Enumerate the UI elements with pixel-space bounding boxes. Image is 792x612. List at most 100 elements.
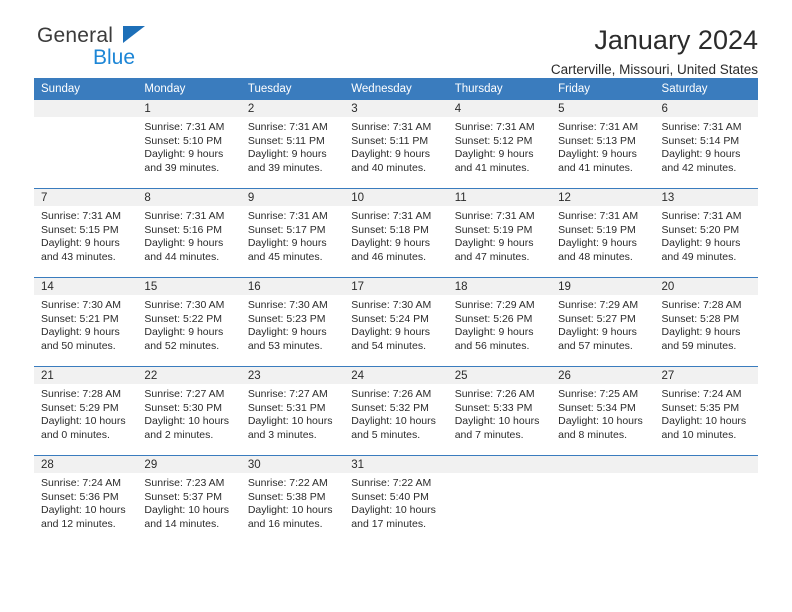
daylight-text-line1: Daylight: 9 hours bbox=[661, 148, 741, 161]
day-cell-inner: 6 Sunrise: 7:31 AM Sunset: 5:14 PM Daylight… bbox=[654, 100, 758, 188]
daylight-text-line2: and 52 minutes. bbox=[144, 339, 220, 352]
day-cell-inner: 1 Sunrise: 7:31 AM Sunset: 5:10 PM Daylight… bbox=[137, 100, 241, 188]
calendar-day-cell[interactable]: 8 Sunrise: 7:31 AM Sunset: 5:16 PM Daylight… bbox=[137, 188, 241, 278]
day-cell-inner bbox=[551, 456, 655, 544]
daylight-text-line1: Daylight: 9 hours bbox=[661, 237, 741, 250]
day-number bbox=[447, 456, 552, 473]
sunset-text: Sunset: 5:10 PM bbox=[144, 134, 223, 147]
calendar-day-cell[interactable]: 27 Sunrise: 7:24 AM Sunset: 5:35 PM Dayligh… bbox=[654, 366, 758, 456]
sunset-text: Sunset: 5:33 PM bbox=[454, 401, 533, 414]
calendar-day-cell[interactable]: 13 Sunrise: 7:31 AM Sunset: 5:20 PM Dayligh… bbox=[654, 188, 758, 278]
day-sun-info: Sunrise: 7:30 AM Sunset: 5:23 PM Daylight:… bbox=[241, 295, 344, 353]
daylight-text-line1: Daylight: 9 hours bbox=[661, 326, 741, 339]
calendar-day-cell[interactable]: 25 Sunrise: 7:26 AM Sunset: 5:33 PM Dayligh… bbox=[447, 366, 552, 456]
calendar-day-cell[interactable] bbox=[654, 455, 758, 544]
calendar-day-cell[interactable]: 19 Sunrise: 7:29 AM Sunset: 5:27 PM Dayligh… bbox=[551, 277, 655, 367]
calendar-day-cell[interactable] bbox=[551, 455, 655, 544]
calendar-day-cell[interactable]: 10 Sunrise: 7:31 AM Sunset: 5:18 PM Dayligh… bbox=[344, 188, 448, 278]
calendar-day-cell[interactable]: 15 Sunrise: 7:30 AM Sunset: 5:22 PM Dayligh… bbox=[137, 277, 241, 367]
daylight-text-line2: and 8 minutes. bbox=[558, 428, 627, 441]
calendar-day-cell[interactable]: 21 Sunrise: 7:28 AM Sunset: 5:29 PM Dayligh… bbox=[34, 366, 138, 456]
daylight-text-line1: Daylight: 10 hours bbox=[144, 504, 230, 517]
daylight-text-line2: and 39 minutes. bbox=[144, 161, 220, 174]
calendar-week-row: 28 Sunrise: 7:24 AM Sunset: 5:36 PM Dayligh… bbox=[34, 455, 758, 544]
calendar-day-cell[interactable]: 12 Sunrise: 7:31 AM Sunset: 5:19 PM Dayligh… bbox=[551, 188, 655, 278]
daylight-text-line1: Daylight: 10 hours bbox=[41, 415, 126, 428]
day-sun-info: Sunrise: 7:31 AM Sunset: 5:15 PM Daylight:… bbox=[34, 206, 137, 264]
day-cell-inner: 25 Sunrise: 7:26 AM Sunset: 5:33 PM Dayligh… bbox=[447, 367, 552, 455]
daylight-text-line2: and 10 minutes. bbox=[661, 428, 737, 441]
sunset-text: Sunset: 5:11 PM bbox=[247, 134, 325, 147]
sunset-text: Sunset: 5:23 PM bbox=[247, 312, 326, 325]
calendar-day-cell[interactable]: 2 Sunrise: 7:31 AM Sunset: 5:11 PM Daylight… bbox=[240, 100, 345, 189]
calendar-day-cell[interactable]: 16 Sunrise: 7:30 AM Sunset: 5:23 PM Dayligh… bbox=[240, 277, 345, 367]
daylight-text-line1: Daylight: 10 hours bbox=[454, 415, 540, 428]
daylight-text-line2: and 54 minutes. bbox=[351, 339, 426, 352]
sunset-text: Sunset: 5:34 PM bbox=[558, 401, 636, 414]
day-sun-info: Sunrise: 7:22 AM Sunset: 5:40 PM Daylight:… bbox=[344, 473, 447, 531]
logo-triangle-icon bbox=[123, 26, 145, 43]
calendar-day-cell[interactable]: 24 Sunrise: 7:26 AM Sunset: 5:32 PM Dayligh… bbox=[344, 366, 448, 456]
calendar-week-row: 7 Sunrise: 7:31 AM Sunset: 5:15 PM Daylight… bbox=[34, 188, 758, 278]
weekday-header-row: Sunday Monday Tuesday Wednesday Thursday… bbox=[34, 78, 758, 100]
calendar-day-cell[interactable]: 9 Sunrise: 7:31 AM Sunset: 5:17 PM Daylight… bbox=[240, 188, 345, 278]
day-number: 2 bbox=[240, 100, 345, 117]
daylight-text-line2: and 57 minutes. bbox=[558, 339, 633, 352]
weekday-header-friday: Friday bbox=[551, 78, 655, 100]
day-number: 19 bbox=[551, 278, 655, 295]
sunset-text: Sunset: 5:40 PM bbox=[351, 490, 429, 503]
calendar-day-cell[interactable]: 22 Sunrise: 7:27 AM Sunset: 5:30 PM Dayligh… bbox=[137, 366, 241, 456]
day-number: 22 bbox=[137, 367, 241, 384]
day-number: 10 bbox=[344, 189, 448, 206]
day-number: 12 bbox=[551, 189, 655, 206]
day-number: 6 bbox=[654, 100, 758, 117]
day-cell-inner: 24 Sunrise: 7:26 AM Sunset: 5:32 PM Dayligh… bbox=[344, 367, 448, 455]
day-cell-inner: 14 Sunrise: 7:30 AM Sunset: 5:21 PM Dayligh… bbox=[34, 278, 138, 366]
day-sun-info: Sunrise: 7:31 AM Sunset: 5:14 PM Daylight:… bbox=[655, 117, 758, 175]
sunset-text: Sunset: 5:20 PM bbox=[661, 223, 740, 236]
day-sun-info: Sunrise: 7:31 AM Sunset: 5:18 PM Daylight:… bbox=[344, 206, 447, 264]
daylight-text-line2: and 14 minutes. bbox=[144, 517, 220, 530]
daylight-text-line1: Daylight: 9 hours bbox=[351, 237, 431, 250]
sunrise-text: Sunrise: 7:22 AM bbox=[247, 477, 328, 489]
calendar-day-cell[interactable]: 6 Sunrise: 7:31 AM Sunset: 5:14 PM Daylight… bbox=[654, 100, 758, 189]
sunrise-text: Sunrise: 7:31 AM bbox=[454, 121, 535, 133]
page-header: General Blue January 2024 Carterville, M… bbox=[34, 0, 758, 78]
sunrise-text: Sunrise: 7:31 AM bbox=[247, 210, 328, 222]
calendar-day-cell[interactable]: 1 Sunrise: 7:31 AM Sunset: 5:10 PM Daylight… bbox=[137, 100, 241, 189]
calendar-day-cell[interactable]: 31 Sunrise: 7:22 AM Sunset: 5:40 PM Dayligh… bbox=[344, 455, 448, 544]
calendar-day-cell[interactable]: 26 Sunrise: 7:25 AM Sunset: 5:34 PM Dayligh… bbox=[551, 366, 655, 456]
day-number: 17 bbox=[344, 278, 448, 295]
calendar-day-cell[interactable]: 29 Sunrise: 7:23 AM Sunset: 5:37 PM Dayligh… bbox=[137, 455, 241, 544]
sunrise-text: Sunrise: 7:31 AM bbox=[351, 210, 432, 222]
daylight-text-line2: and 17 minutes. bbox=[351, 517, 426, 530]
calendar-day-cell[interactable] bbox=[34, 100, 138, 189]
calendar-day-cell[interactable]: 4 Sunrise: 7:31 AM Sunset: 5:12 PM Daylight… bbox=[447, 100, 552, 189]
calendar-day-cell[interactable]: 17 Sunrise: 7:30 AM Sunset: 5:24 PM Dayligh… bbox=[344, 277, 448, 367]
calendar-day-cell[interactable]: 18 Sunrise: 7:29 AM Sunset: 5:26 PM Dayligh… bbox=[447, 277, 552, 367]
day-number: 23 bbox=[240, 367, 345, 384]
generalblue-logo[interactable]: General Blue bbox=[37, 25, 145, 68]
day-sun-info: Sunrise: 7:23 AM Sunset: 5:37 PM Daylight:… bbox=[137, 473, 240, 531]
sunset-text: Sunset: 5:24 PM bbox=[351, 312, 429, 325]
sunset-text: Sunset: 5:11 PM bbox=[351, 134, 429, 147]
day-sun-info: Sunrise: 7:24 AM Sunset: 5:35 PM Daylight:… bbox=[655, 384, 758, 442]
day-sun-info: Sunrise: 7:29 AM Sunset: 5:27 PM Daylight:… bbox=[551, 295, 654, 353]
calendar-day-cell[interactable]: 30 Sunrise: 7:22 AM Sunset: 5:38 PM Dayligh… bbox=[240, 455, 345, 544]
calendar-day-cell[interactable]: 3 Sunrise: 7:31 AM Sunset: 5:11 PM Daylight… bbox=[344, 100, 448, 189]
calendar-day-cell[interactable]: 5 Sunrise: 7:31 AM Sunset: 5:13 PM Daylight… bbox=[551, 100, 655, 189]
calendar-day-cell[interactable]: 7 Sunrise: 7:31 AM Sunset: 5:15 PM Daylight… bbox=[34, 188, 138, 278]
sunrise-text: Sunrise: 7:31 AM bbox=[351, 121, 432, 133]
day-number: 18 bbox=[447, 278, 552, 295]
calendar-day-cell[interactable]: 23 Sunrise: 7:27 AM Sunset: 5:31 PM Dayligh… bbox=[240, 366, 345, 456]
calendar-day-cell[interactable]: 28 Sunrise: 7:24 AM Sunset: 5:36 PM Dayligh… bbox=[34, 455, 138, 544]
calendar-day-cell[interactable] bbox=[447, 455, 552, 544]
day-cell-inner: 27 Sunrise: 7:24 AM Sunset: 5:35 PM Dayligh… bbox=[654, 367, 758, 455]
calendar-day-cell[interactable]: 14 Sunrise: 7:30 AM Sunset: 5:21 PM Dayligh… bbox=[34, 277, 138, 367]
day-cell-inner: 31 Sunrise: 7:22 AM Sunset: 5:40 PM Dayligh… bbox=[344, 456, 448, 544]
calendar-day-cell[interactable]: 11 Sunrise: 7:31 AM Sunset: 5:19 PM Dayligh… bbox=[447, 188, 552, 278]
day-cell-inner: 10 Sunrise: 7:31 AM Sunset: 5:18 PM Dayligh… bbox=[344, 189, 448, 277]
daylight-text-line2: and 48 minutes. bbox=[558, 250, 633, 263]
calendar-day-cell[interactable]: 20 Sunrise: 7:28 AM Sunset: 5:28 PM Dayligh… bbox=[654, 277, 758, 367]
calendar-week-row: 1 Sunrise: 7:31 AM Sunset: 5:10 PM Daylight… bbox=[34, 100, 758, 189]
